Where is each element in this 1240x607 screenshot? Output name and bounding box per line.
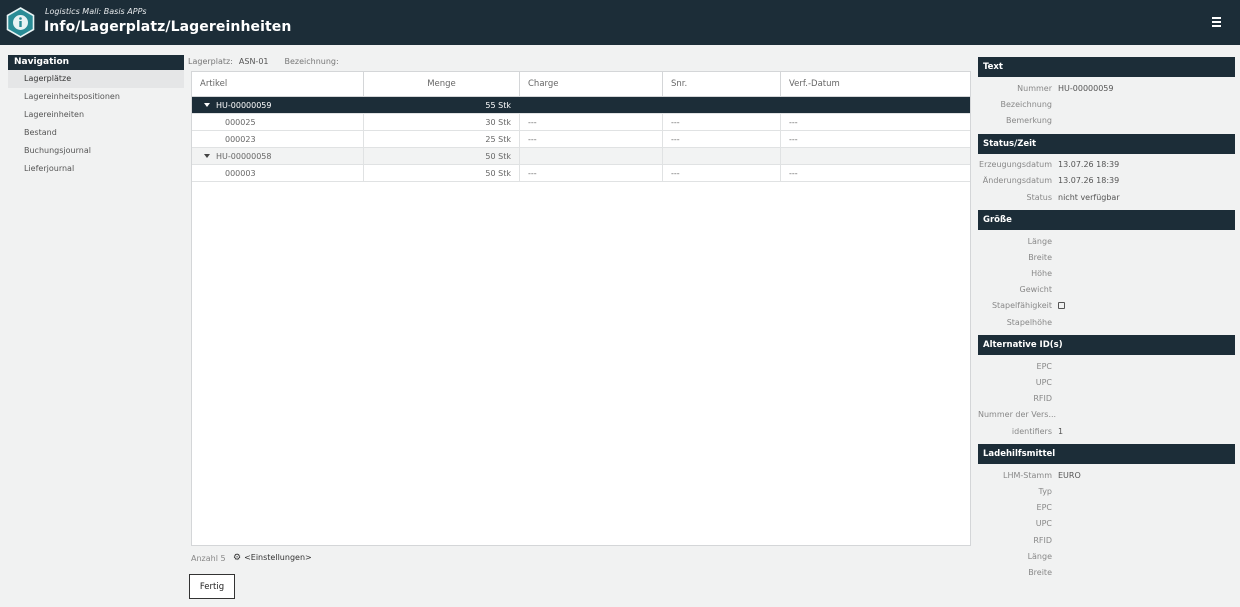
field-stapelfaehigkeit: Stapelfähigkeit xyxy=(978,298,1235,314)
column-header-menge[interactable]: Menge xyxy=(364,72,520,96)
stapelfaehigkeit-checkbox[interactable] xyxy=(1058,302,1065,310)
table-row[interactable]: 000003 50 Stk --- --- --- xyxy=(192,165,970,182)
section-header-alt-ids: Alternative ID(s) xyxy=(978,335,1235,356)
nav-item-lagereinheitspositionen[interactable]: Lagereinheitspositionen xyxy=(8,88,184,106)
field-lhm-rfid: RFID xyxy=(1033,535,1052,545)
nav-item-buchungsjournal[interactable]: Buchungsjournal xyxy=(8,142,184,160)
column-header-verf-datum[interactable]: Verf.-Datum xyxy=(781,72,970,96)
storage-units-table: Artikel Menge Charge Snr. Verf.-Datum HU… xyxy=(191,71,971,546)
field-identifiers: identifiers 1 xyxy=(1011,426,1064,436)
row-menge: 50 Stk xyxy=(364,148,520,164)
field-status: Status nicht verfügbar xyxy=(1026,192,1120,202)
expand-caret-icon[interactable] xyxy=(204,154,210,158)
lagerplatz-label: Lagerplatz: xyxy=(188,57,233,66)
row-datum: --- xyxy=(789,118,798,127)
field-aenderungsdatum: Änderungsdatum 13.07.26 18:39 xyxy=(982,176,1120,186)
field-nummer-der-vers: Nummer der Vers... xyxy=(978,410,1057,420)
table-row[interactable]: 000023 25 Stk --- --- --- xyxy=(192,131,970,148)
field-hoehe: Höhe xyxy=(1031,269,1052,279)
row-snr: --- xyxy=(663,165,781,181)
field-rfid: RFID xyxy=(1033,394,1052,404)
nav-item-lagerplaetze[interactable]: Lagerplätze xyxy=(8,70,184,88)
info-hexagon-icon xyxy=(6,7,35,38)
field-lhm-upc: UPC xyxy=(1035,519,1052,529)
column-header-artikel[interactable]: Artikel xyxy=(192,72,364,96)
row-datum: --- xyxy=(789,135,798,144)
row-artikel: HU-00000058 xyxy=(216,152,272,161)
row-snr xyxy=(663,97,781,113)
column-header-charge[interactable]: Charge xyxy=(520,72,663,96)
row-charge: --- xyxy=(520,114,663,130)
expand-caret-icon[interactable] xyxy=(204,103,210,107)
field-stapelhoehe: Stapelhöhe xyxy=(1006,317,1052,327)
row-menge: 25 Stk xyxy=(364,131,520,147)
settings-link[interactable]: ⚙ <Einstellungen> xyxy=(233,553,312,563)
field-breite: Breite xyxy=(1028,252,1052,262)
row-snr: --- xyxy=(663,114,781,130)
table-row[interactable]: 000025 30 Stk --- --- --- xyxy=(192,114,970,131)
section-header-status: Status/Zeit xyxy=(978,133,1235,154)
navigation-title: Navigation xyxy=(8,55,184,70)
gear-icon: ⚙ xyxy=(233,553,242,563)
field-lhm-epc: EPC xyxy=(1036,503,1052,513)
nav-item-bestand[interactable]: Bestand xyxy=(8,124,184,142)
field-lhm-breite: Breite xyxy=(1028,567,1052,577)
app-subtitle: Logistics Mall: Basis APPs xyxy=(45,7,147,16)
page-title: Info/Lagerplatz/Lagereinheiten xyxy=(44,19,292,35)
hamburger-menu-icon[interactable] xyxy=(1209,17,1223,29)
app-header: Logistics Mall: Basis APPs Info/Lagerpla… xyxy=(0,0,1240,45)
row-artikel: HU-00000059 xyxy=(216,101,272,110)
field-bezeichnung: Bezeichnung xyxy=(1000,99,1052,109)
nav-item-lieferjournal[interactable]: Lieferjournal xyxy=(8,160,184,178)
row-menge: 30 Stk xyxy=(364,114,520,130)
nav-item-lagereinheiten[interactable]: Lagereinheiten xyxy=(8,106,184,124)
field-erzeugungsdatum: Erzeugungsdatum 13.07.26 18:39 xyxy=(979,160,1120,170)
row-charge: --- xyxy=(520,165,663,181)
row-charge: --- xyxy=(520,131,663,147)
field-laenge: Länge xyxy=(1027,236,1052,246)
field-lhm-stamm: LHM-Stamm EURO xyxy=(1003,470,1081,480)
bezeichnung-label: Bezeichnung: xyxy=(284,57,339,66)
row-count: Anzahl 5 xyxy=(191,554,226,563)
section-status: Erzeugungsdatum 13.07.26 18:39 Änderungsd… xyxy=(978,154,1235,211)
section-ladehilfsmittel: LHM-Stamm EURO Typ EPC UPC RFID Länge Bre… xyxy=(978,464,1235,585)
column-header-snr[interactable]: Snr. xyxy=(663,72,781,96)
row-datum: --- xyxy=(789,169,798,178)
lagerplatz-value: ASN-01 xyxy=(238,57,269,66)
field-typ: Typ xyxy=(1038,486,1052,496)
section-header-text: Text xyxy=(978,57,1235,77)
row-datum xyxy=(781,97,970,113)
row-menge: 50 Stk xyxy=(364,165,520,181)
row-artikel: 000025 xyxy=(192,114,364,130)
table-header: Artikel Menge Charge Snr. Verf.-Datum xyxy=(192,72,970,97)
row-artikel: 000023 xyxy=(192,131,364,147)
settings-label: <Einstellungen> xyxy=(244,553,312,562)
row-charge xyxy=(520,97,663,113)
navigation-panel: Navigation Lagerplätze Lagereinheitsposi… xyxy=(8,55,184,178)
field-epc: EPC xyxy=(1036,361,1052,371)
field-upc: UPC xyxy=(1035,378,1052,388)
field-nummer: Nummer HU-00000059 xyxy=(1017,83,1114,93)
table-row-group[interactable]: HU-00000058 50 Stk xyxy=(192,148,970,165)
field-gewicht: Gewicht xyxy=(1019,285,1053,295)
table-row-group[interactable]: HU-00000059 55 Stk xyxy=(192,97,970,114)
detail-panel: Text Nummer HU-00000059 Bezeichnung Bemer… xyxy=(978,57,1235,586)
row-artikel: 000003 xyxy=(192,165,364,181)
section-header-groesse: Größe xyxy=(978,210,1235,231)
field-bemerkung: Bemerkung xyxy=(1005,115,1052,125)
fertig-button[interactable]: Fertig xyxy=(189,574,235,599)
field-lhm-laenge: Länge xyxy=(1027,551,1052,561)
location-info: Lagerplatz: ASN-01 Bezeichnung: xyxy=(188,57,339,66)
row-snr xyxy=(663,148,781,164)
row-menge: 55 Stk xyxy=(364,97,520,113)
section-alt-ids: EPC UPC RFID Nummer der Vers... identifi… xyxy=(978,355,1235,444)
section-header-ladehilfsmittel: Ladehilfsmittel xyxy=(978,444,1235,465)
row-snr: --- xyxy=(663,131,781,147)
row-datum xyxy=(781,148,970,164)
section-groesse: Länge Breite Höhe Gewicht Stapelfähigkei… xyxy=(978,230,1235,335)
section-text: Nummer HU-00000059 Bezeichnung Bemerkung xyxy=(978,77,1235,134)
row-charge xyxy=(520,148,663,164)
